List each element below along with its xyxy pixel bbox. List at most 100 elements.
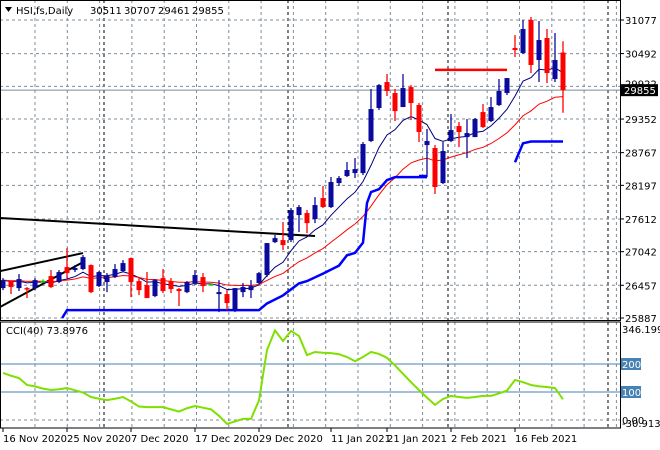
candle-body [40, 281, 46, 283]
time-axis-label: 17 Dec 2020 [195, 434, 259, 445]
candle-body [368, 109, 374, 142]
candle-body [560, 52, 566, 91]
cci-max-label: 346.1991 [622, 325, 660, 336]
candle-body [384, 82, 390, 92]
low-value: 29461 [158, 6, 190, 17]
candle-body [120, 263, 126, 272]
candle-body [496, 91, 502, 106]
price-tick-label: 28767 [625, 149, 657, 160]
candle-body [464, 133, 470, 138]
candle-body [544, 38, 550, 74]
candle-body [264, 243, 270, 276]
candle-body [304, 213, 310, 224]
candle-body [376, 85, 382, 109]
candle-body [152, 280, 158, 297]
candle-body [168, 281, 174, 290]
candle-body [512, 48, 518, 51]
cci-level-label: 0.00 [622, 416, 644, 427]
price-tick-label: 26457 [625, 281, 657, 292]
candle-body [528, 20, 534, 66]
candle-body [280, 240, 286, 246]
candle-body [296, 207, 302, 216]
candle-body [184, 282, 190, 293]
candle-body [128, 258, 134, 283]
candle-body [232, 288, 238, 311]
candle-body [536, 40, 542, 61]
candle-body [408, 87, 414, 104]
candle-body [224, 294, 230, 304]
candle-body [112, 269, 118, 278]
candle-body [32, 280, 38, 289]
candle-body [248, 286, 254, 291]
candle-body [328, 182, 334, 208]
price-chart[interactable]: CCI(40) 73.8976 31077 30492 29352 28767 2819… [0, 0, 660, 450]
candle-body [392, 93, 398, 112]
candle-body [240, 287, 246, 293]
candle-body [312, 205, 318, 220]
candle-body [104, 276, 110, 283]
time-axis-label: 21 Jan 2021 [387, 434, 447, 445]
candle-body [56, 272, 62, 283]
time-axis-label: 25 Nov 2020 [67, 434, 131, 445]
time-axis-label: 11 Jan 2021 [331, 434, 391, 445]
candle-body [416, 105, 422, 133]
candle-body [208, 284, 214, 286]
cci-level-label: 100 [622, 388, 641, 399]
candle-body [80, 257, 86, 270]
price-tick-label: 30492 [625, 50, 657, 61]
candle-body [352, 169, 358, 174]
candle-body [0, 280, 6, 289]
symbol-label: HSI,fs,Daily [16, 6, 73, 17]
candle-body [480, 112, 486, 128]
candle-body [360, 144, 366, 174]
candle-body [192, 275, 198, 284]
open-value: 30511 [90, 6, 122, 17]
cci-label: CCI(40) 73.8976 [6, 326, 88, 337]
candle-body [72, 268, 78, 271]
candle-body [448, 130, 454, 142]
price-tick-label: 28197 [625, 181, 657, 192]
candle-body [320, 198, 326, 208]
price-tick-label: 31077 [625, 16, 657, 27]
candle-body [160, 278, 166, 292]
candle-body [488, 107, 494, 122]
candle-body [256, 273, 262, 284]
candle-body [216, 292, 222, 295]
candle-body [424, 141, 430, 146]
candle-body [48, 276, 54, 288]
close-value: 29855 [192, 6, 224, 17]
time-axis-label: 2 Feb 2021 [451, 434, 507, 445]
candle-body [88, 265, 94, 293]
candle-body [400, 88, 406, 108]
candle-body [272, 238, 278, 243]
cci-level-label: 200 [622, 360, 641, 371]
time-axis-label: 7 Dec 2020 [131, 434, 189, 445]
candle-body [16, 279, 22, 289]
high-value: 30707 [124, 6, 156, 17]
candle-body [336, 178, 342, 184]
candle-body [520, 29, 526, 54]
time-axis-label: 16 Feb 2021 [515, 434, 577, 445]
candle-body [472, 119, 478, 138]
candle-body [440, 151, 446, 184]
candle-body [136, 281, 142, 291]
candle-body [552, 60, 558, 80]
price-tick-label: 27042 [625, 248, 657, 259]
candle-body [144, 285, 150, 299]
price-tick-label: 27612 [625, 215, 657, 226]
price-tick-label: 25887 [625, 314, 657, 325]
time-axis-label: 29 Dec 2020 [259, 434, 323, 445]
candle-body [24, 288, 30, 290]
candle-body [200, 277, 206, 287]
time-axis-label: 16 Nov 2020 [3, 434, 67, 445]
current-price-label: 29855 [624, 86, 656, 97]
candle-body [288, 210, 294, 241]
price-tick-label: 29352 [625, 115, 657, 126]
candle-body [432, 148, 438, 188]
candle-body [344, 170, 350, 177]
candle-body [96, 272, 102, 287]
candle-body [8, 281, 14, 288]
candle-body [504, 78, 510, 94]
candle-body [64, 267, 70, 274]
candle-body [456, 126, 462, 133]
